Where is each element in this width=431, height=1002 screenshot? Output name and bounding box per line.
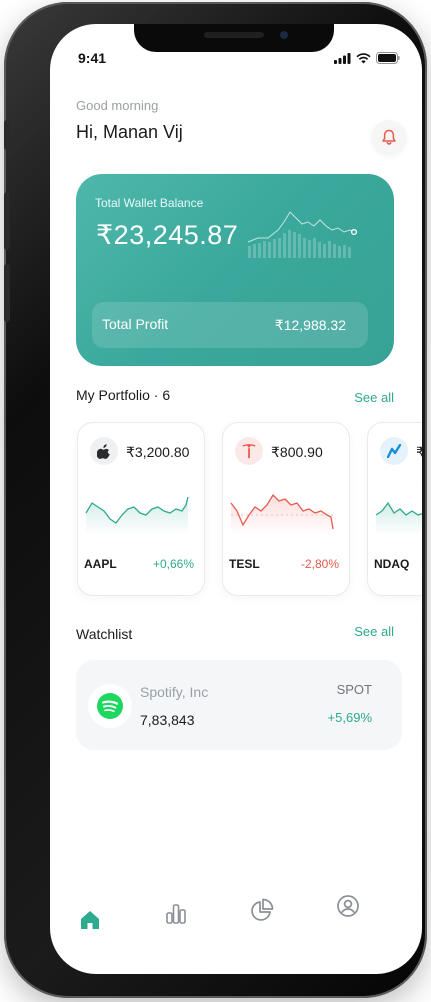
aapl-ticker: AAPL	[84, 557, 117, 571]
tesla-logo-icon	[235, 437, 263, 465]
wallet-card[interactable]: Total Wallet Balance ₹23,245.87 Total Pr…	[76, 174, 394, 366]
volume-up-button	[4, 192, 10, 250]
watchlist-see-all-link[interactable]: See all	[354, 624, 394, 639]
status-icons	[334, 52, 400, 64]
nav-portfolio[interactable]	[246, 894, 278, 926]
watchlist-change: +5,69%	[327, 710, 372, 725]
profile-icon	[337, 895, 359, 917]
nasdaq-logo-icon	[380, 437, 408, 465]
app-screen: 9:41 Good morning Hi, Manan Vij Total Wa…	[50, 24, 422, 974]
wallet-sparkline	[247, 211, 358, 258]
bell-icon	[382, 129, 396, 145]
bar-chart-icon	[166, 904, 186, 924]
spotify-logo-icon	[88, 684, 132, 728]
user-name: Hi, Manan Vij	[76, 122, 183, 142]
nav-markets[interactable]	[160, 898, 192, 930]
wifi-icon	[356, 52, 371, 63]
aapl-sparkline	[85, 496, 189, 535]
portfolio-card-ndaq[interactable]: ₹ NDAQ	[367, 422, 422, 596]
apple-logo-icon	[90, 437, 118, 465]
signal-icon	[334, 52, 351, 64]
phone-frame: 9:41 Good morning Hi, Manan Vij Total Wa…	[4, 2, 427, 998]
greeting-text: Good morning	[76, 98, 159, 113]
tesl-change: -2,80%	[300, 557, 339, 571]
mute-switch	[4, 120, 10, 150]
ndaq-price: ₹	[416, 444, 422, 461]
ndaq-sparkline	[375, 501, 422, 535]
profit-label: Total Profit	[102, 316, 169, 332]
profit-value: ₹12,988.32	[274, 317, 346, 333]
total-profit-box: Total Profit ₹12,988.32	[92, 302, 368, 348]
pie-chart-icon	[251, 898, 274, 921]
tesl-price: ₹800.90	[271, 444, 323, 460]
notifications-button[interactable]	[372, 120, 406, 154]
portfolio-see-all-link[interactable]: See all	[354, 390, 394, 405]
nav-home[interactable]	[74, 904, 106, 936]
tesl-sparkline	[230, 493, 334, 535]
ndaq-ticker: NDAQ	[374, 557, 410, 571]
bottom-navigation	[50, 890, 422, 950]
notch	[134, 24, 334, 52]
portfolio-card-aapl[interactable]: ₹3,200.80 AAPL +0,66%	[77, 422, 205, 596]
front-camera	[280, 31, 288, 39]
volume-down-button	[4, 264, 10, 322]
wallet-balance: ₹23,245.87	[96, 220, 239, 250]
watchlist-value: 7,83,843	[140, 712, 195, 728]
nav-profile[interactable]	[332, 890, 364, 922]
aapl-price: ₹3,200.80	[126, 444, 190, 460]
wallet-label: Total Wallet Balance	[95, 196, 204, 210]
watchlist-item-spotify[interactable]: Spotify, Inc 7,83,843 SPOT +5,69%	[76, 660, 402, 750]
aapl-change: +0,66%	[152, 557, 194, 571]
battery-icon	[376, 52, 400, 64]
portfolio-card-tesl[interactable]: ₹800.90 TESL -2,80%	[222, 422, 350, 596]
tesl-ticker: TESL	[229, 557, 260, 571]
portfolio-title: My Portfolio · 6	[76, 387, 171, 403]
watchlist-company-name: Spotify, Inc	[140, 684, 209, 700]
home-icon	[81, 911, 99, 929]
status-time: 9:41	[78, 50, 107, 66]
speaker	[204, 32, 264, 38]
watchlist-title: Watchlist	[76, 626, 133, 642]
watchlist-ticker: SPOT	[336, 682, 372, 697]
